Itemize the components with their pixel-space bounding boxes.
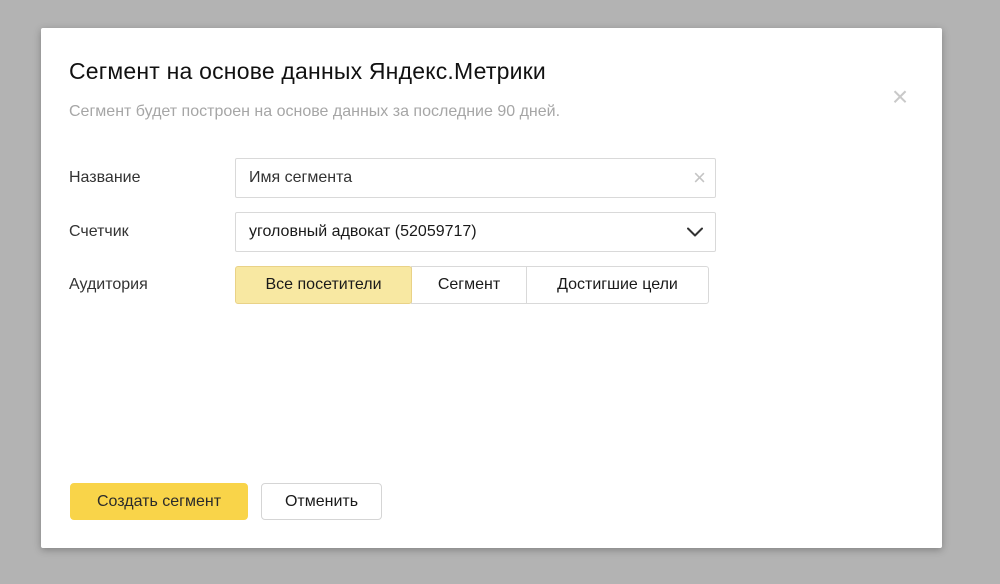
audience-option-goal-reached[interactable]: Достигшие цели <box>526 266 709 304</box>
segment-dialog: Сегмент на основе данных Яндекс.Метрики … <box>41 28 942 548</box>
create-segment-button[interactable]: Создать сегмент <box>70 483 248 520</box>
audience-segmented-control: Все посетители Сегмент Достигшие цели <box>235 266 709 304</box>
close-icon[interactable]: × <box>888 86 912 110</box>
audience-option-segment[interactable]: Сегмент <box>411 266 527 304</box>
counter-row: Счетчик уголовный адвокат (52059717) <box>69 212 914 252</box>
dialog-subtitle: Сегмент будет построен на основе данных … <box>69 102 914 121</box>
dialog-footer: Создать сегмент Отменить <box>70 483 382 520</box>
name-input-wrap: × <box>235 158 716 198</box>
name-row: Название × <box>69 158 914 198</box>
audience-label: Аудитория <box>69 276 235 294</box>
counter-label: Счетчик <box>69 223 235 241</box>
counter-select-value: уголовный адвокат (52059717) <box>249 223 477 241</box>
dialog-title: Сегмент на основе данных Яндекс.Метрики <box>69 58 914 85</box>
audience-option-all-visitors[interactable]: Все посетители <box>235 266 412 304</box>
audience-row: Аудитория Все посетители Сегмент Достигш… <box>69 266 914 304</box>
cancel-button[interactable]: Отменить <box>261 483 382 520</box>
name-label: Название <box>69 169 235 187</box>
counter-select[interactable]: уголовный адвокат (52059717) <box>235 212 716 252</box>
chevron-down-icon <box>687 227 703 237</box>
clear-icon[interactable]: × <box>693 167 706 189</box>
segment-form: Название × Счетчик уголовный адвокат (52… <box>69 158 914 304</box>
segment-name-input[interactable] <box>235 158 716 198</box>
